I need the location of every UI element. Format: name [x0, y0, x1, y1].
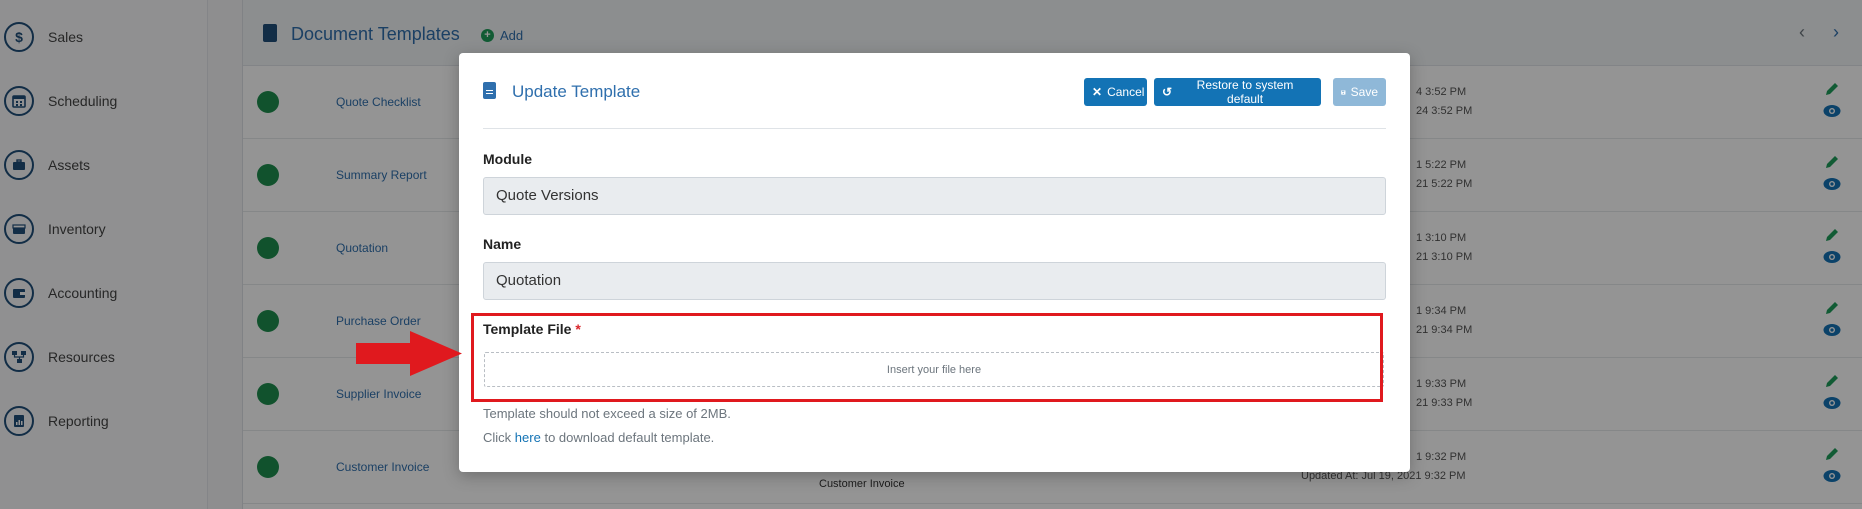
cancel-button[interactable]: ✕ Cancel: [1084, 78, 1147, 106]
name-field[interactable]: Quotation: [483, 262, 1386, 300]
module-field[interactable]: Quote Versions: [483, 177, 1386, 215]
close-icon: ✕: [1092, 85, 1103, 99]
cancel-label: Cancel: [1107, 85, 1145, 99]
restore-default-button[interactable]: ↺ Restore to system default: [1154, 78, 1321, 106]
download-hint: Click here to download default template.: [483, 430, 714, 445]
update-template-modal: Update Template ✕ Cancel ↺ Restore to sy…: [459, 53, 1410, 472]
download-suffix: to download default template.: [544, 430, 715, 445]
name-label: Name: [483, 236, 522, 252]
save-button[interactable]: Save: [1333, 78, 1386, 106]
download-default-template-link[interactable]: here: [515, 430, 541, 445]
save-label: Save: [1350, 85, 1378, 99]
red-arrow-annotation: [356, 331, 462, 376]
restore-label: Restore to system default: [1196, 78, 1294, 106]
modal-title: Update Template: [512, 82, 641, 101]
document-icon: [483, 82, 496, 99]
header-divider: [483, 128, 1386, 129]
highlight-box: [471, 313, 1383, 402]
download-prefix: Click: [483, 430, 512, 445]
module-label: Module: [483, 151, 532, 167]
size-hint: Template should not exceed a size of 2MB…: [483, 406, 731, 421]
undo-icon: ↺: [1162, 85, 1173, 99]
floppy-disk-icon: [1341, 89, 1346, 95]
